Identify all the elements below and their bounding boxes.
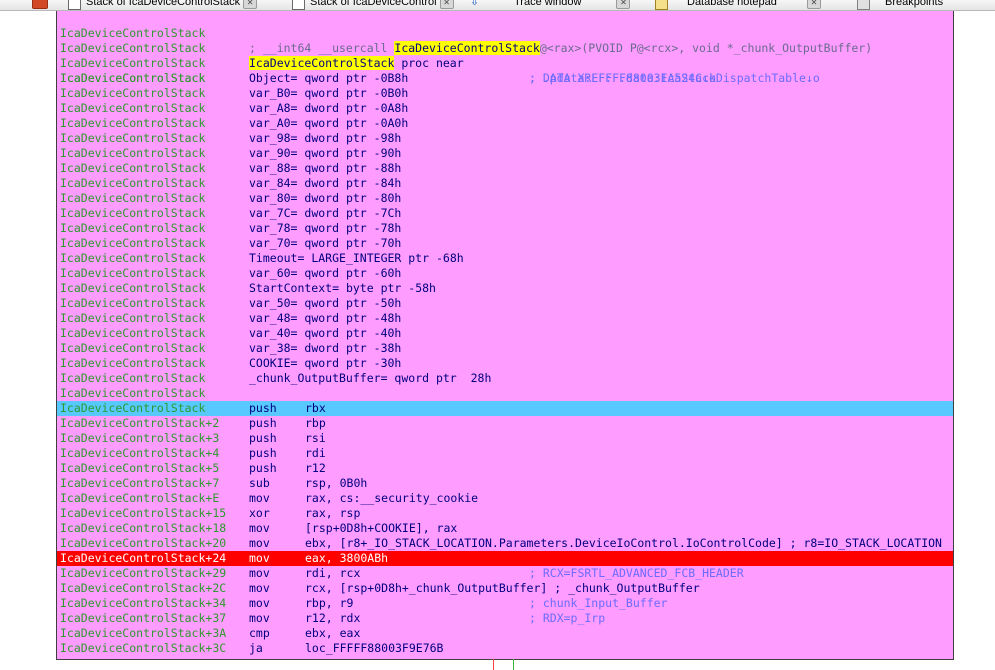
instruction-row[interactable]: IcaDeviceControlStack+18 mov [rsp+0D8h+COO…: [57, 521, 953, 536]
instruction-row[interactable]: IcaDeviceControlStack+3 push rsi: [57, 431, 953, 446]
current-instruction-row[interactable]: IcaDeviceControlStack push rbx: [57, 401, 953, 416]
stack-icon: [68, 0, 81, 10]
breakpoint-row[interactable]: IcaDeviceControlStack+24 mov eax, 3800ABh: [57, 551, 953, 566]
tab-breakpoints[interactable]: Breakpoints: [857, 0, 943, 10]
tab-database-notepad[interactable]: Database notepad ✕: [655, 0, 821, 10]
stack-var-row[interactable]: IcaDeviceControlStack var_88= qword ptr -…: [57, 161, 953, 176]
stack-var-row[interactable]: IcaDeviceControlStack Timeout= LARGE_INTE…: [57, 251, 953, 266]
listing-row[interactable]: IcaDeviceControlStack IcaDeviceControlSt…: [57, 26, 953, 85]
instruction-row[interactable]: IcaDeviceControlStack+3C ja loc_FFFFF88003…: [57, 641, 953, 656]
stack-icon: [292, 0, 305, 10]
tab-trace-window[interactable]: ⇩ Trace window ✕: [470, 0, 631, 10]
tab-bar: Stack of IcaDeviceControlStack ✕ Stack of…: [0, 0, 995, 11]
instruction-row[interactable]: IcaDeviceControlStack+7 sub rsp, 0B0h: [57, 476, 953, 491]
instruction-row[interactable]: IcaDeviceControlStack+E mov rax, cs:__secu…: [57, 491, 953, 506]
stack-var-row[interactable]: IcaDeviceControlStack var_84= dword ptr -…: [57, 176, 953, 191]
stack-var-row[interactable]: IcaDeviceControlStack var_A0= qword ptr -…: [57, 116, 953, 131]
notepad-icon: [655, 0, 668, 10]
instruction-row[interactable]: IcaDeviceControlStack+34 mov rbp, r9; chun…: [57, 596, 953, 611]
stack-var-row[interactable]: IcaDeviceControlStack Object= qword ptr -…: [57, 71, 953, 86]
listing-row[interactable]: IcaDeviceControlStack: [57, 386, 953, 401]
instruction-row[interactable]: IcaDeviceControlStack+15 xor rax, rsp: [57, 506, 953, 521]
stack-var-row[interactable]: IcaDeviceControlStack var_60= qword ptr -…: [57, 266, 953, 281]
stack-var-row[interactable]: IcaDeviceControlStack var_48= qword ptr -…: [57, 311, 953, 326]
instruction-row[interactable]: IcaDeviceControlStack+3A cmp ebx, eax: [57, 626, 953, 641]
stack-var-row[interactable]: IcaDeviceControlStack var_78= qword ptr -…: [57, 221, 953, 236]
trace-icon: ⇩: [470, 0, 480, 8]
stack-var-row[interactable]: IcaDeviceControlStack var_98= dword ptr -…: [57, 131, 953, 146]
instruction-row[interactable]: IcaDeviceControlStack+4 push rdi: [57, 446, 953, 461]
stack-var-row[interactable]: IcaDeviceControlStack var_B0= qword ptr -…: [57, 86, 953, 101]
instruction-row[interactable]: IcaDeviceControlStack+2 push rbp: [57, 416, 953, 431]
instruction-row[interactable]: IcaDeviceControlStack+5 push r12: [57, 461, 953, 476]
graph-edge: [513, 659, 514, 670]
stack-var-row[interactable]: IcaDeviceControlStack var_A8= dword ptr -…: [57, 101, 953, 116]
stack-var-row[interactable]: IcaDeviceControlStack var_50= qword ptr -…: [57, 296, 953, 311]
stack-var-row[interactable]: IcaDeviceControlStack var_70= qword ptr -…: [57, 236, 953, 251]
instruction-row[interactable]: IcaDeviceControlStack+37 mov r12, rdx; RDX…: [57, 611, 953, 626]
instruction-row[interactable]: IcaDeviceControlStack+29 mov rdi, rcx; RCX…: [57, 566, 953, 581]
tab-stack-1[interactable]: Stack of IcaDeviceControlStack ✕: [68, 0, 258, 10]
stack-var-row[interactable]: IcaDeviceControlStack var_40= qword ptr -…: [57, 326, 953, 341]
graph-edge: [493, 659, 494, 670]
close-icon[interactable]: ✕: [243, 0, 258, 9]
stack-var-row[interactable]: IcaDeviceControlStack var_7C= dword ptr -…: [57, 206, 953, 221]
close-icon[interactable]: ✕: [616, 0, 631, 9]
instruction-row[interactable]: IcaDeviceControlStack+2C mov rcx, [rsp+0D8…: [57, 581, 953, 596]
close-icon[interactable]: ✕: [806, 0, 821, 9]
listing-row[interactable]: IcaDeviceControlStack: [57, 56, 953, 85]
tab-stack-2[interactable]: Stack of IcaDeviceControl ✕: [292, 0, 454, 10]
stack-var-row[interactable]: IcaDeviceControlStack COOKIE= qword ptr -…: [57, 356, 953, 371]
breakpoint-icon: [857, 0, 870, 10]
instruction-row[interactable]: IcaDeviceControlStack+20 mov ebx, [r8+_IO_…: [57, 536, 953, 551]
stack-var-row[interactable]: IcaDeviceControlStack var_90= qword ptr -…: [57, 146, 953, 161]
close-icon[interactable]: ✕: [439, 0, 454, 9]
disassembly-listing[interactable]: IcaDeviceControlStack ; __int64 __userca…: [56, 11, 954, 660]
listing-row[interactable]: IcaDeviceControlStack ; __int64 __userca…: [57, 11, 953, 55]
stack-var-row[interactable]: IcaDeviceControlStack StartContext= byte …: [57, 281, 953, 296]
stack-var-row[interactable]: IcaDeviceControlStack _chunk_OutputBuffer…: [57, 371, 953, 386]
stack-var-row[interactable]: IcaDeviceControlStack var_80= dword ptr -…: [57, 191, 953, 206]
app-close-icon[interactable]: [32, 0, 48, 9]
listing-row[interactable]: IcaDeviceControlStack ; .pdata:FFFFF8800…: [57, 41, 953, 85]
stack-var-row[interactable]: IcaDeviceControlStack var_38= dword ptr -…: [57, 341, 953, 356]
